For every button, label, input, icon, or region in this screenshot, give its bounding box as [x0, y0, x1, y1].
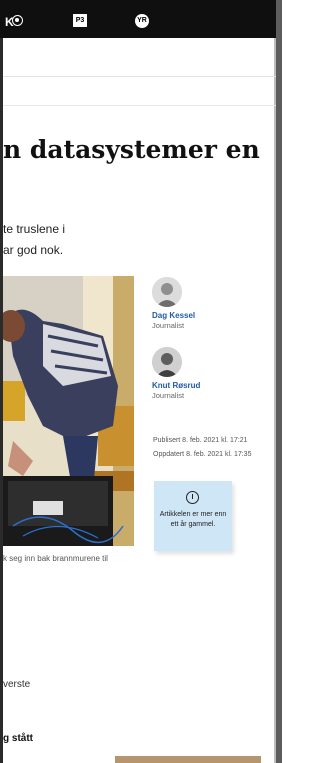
- article-lead: te truslene i ar god nok.: [3, 219, 273, 261]
- clock-icon: [186, 491, 199, 504]
- lead-line-1: te truslene i: [3, 222, 66, 236]
- published-date: Publisert 8. feb. 2021 kl. 17:21: [153, 437, 248, 444]
- author-name[interactable]: Knut Røsrud: [152, 381, 262, 390]
- author-dag-kessel[interactable]: Dag Kessel Journalist: [152, 277, 262, 330]
- p3-logo-icon[interactable]: P3: [73, 14, 87, 27]
- article-headline: n datasystemer en: [3, 135, 260, 164]
- photo-caption: k seg inn bak brannmurene til: [3, 554, 108, 563]
- avatar-image: [152, 347, 182, 377]
- article-dates: Publisert 8. feb. 2021 kl. 17:21 Oppdate…: [153, 434, 251, 462]
- subheading-fragment: g stått: [3, 733, 33, 744]
- right-frame: [276, 0, 282, 763]
- author-role: Journalist: [152, 391, 185, 400]
- article-photo[interactable]: [3, 276, 134, 546]
- photo-illustration: [3, 276, 134, 546]
- secondary-nav: [3, 38, 276, 77]
- yr-logo-icon[interactable]: YR: [135, 14, 149, 28]
- author-role: Journalist: [152, 321, 185, 330]
- avatar-image: [152, 277, 182, 307]
- user-circle-icon[interactable]: [12, 15, 23, 26]
- author-knut-rosrud[interactable]: Knut Røsrud Journalist: [152, 347, 262, 400]
- updated-date: Oppdatert 8. feb. 2021 kl. 17:35: [153, 451, 252, 458]
- bottom-image[interactable]: [115, 756, 261, 763]
- author-avatar[interactable]: [152, 347, 182, 377]
- tertiary-nav: [3, 77, 276, 106]
- author-avatar[interactable]: [152, 277, 182, 307]
- body-text-fragment: verste: [3, 679, 31, 690]
- author-name[interactable]: Dag Kessel: [152, 311, 262, 320]
- top-navigation-bar: K P3 YR: [0, 0, 276, 38]
- age-notice-text: Artikkelen er mer enn ett år gammel.: [159, 511, 227, 528]
- age-notice: Artikkelen er mer enn ett år gammel.: [154, 481, 232, 551]
- lead-line-2: ar god nok.: [3, 243, 64, 257]
